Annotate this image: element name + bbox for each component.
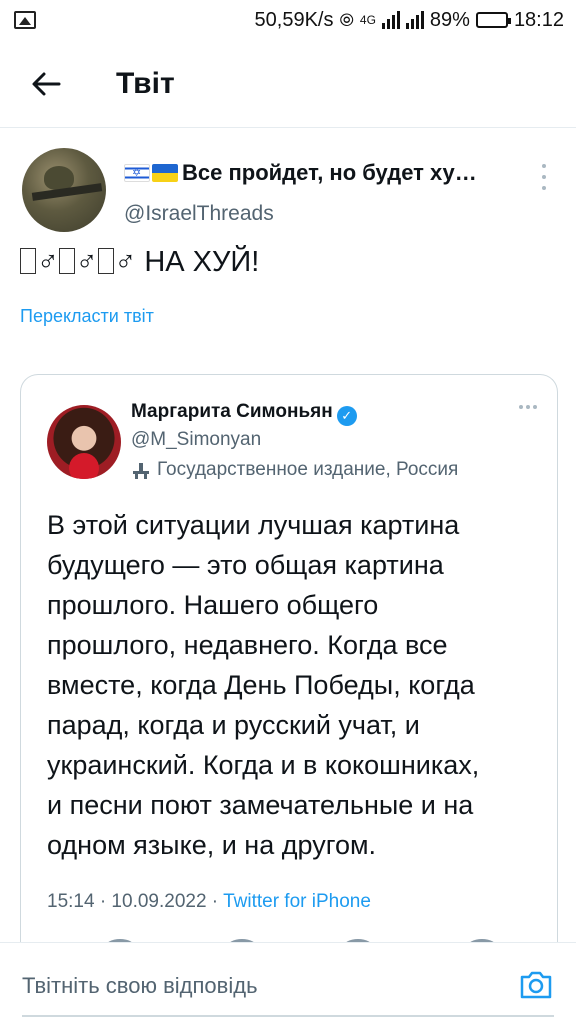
avatar-helmet [44,166,74,190]
status-bar: 50,59K/s ⦾ 4G 89% 18:12 [0,0,576,40]
app-bar: Твіт [0,40,576,128]
clock: 18:12 [513,8,564,31]
hotspot-icon: ⦾ [339,9,354,30]
quoted-text-line: парад, когда и русский учат, и [47,710,420,740]
author-handle[interactable]: @IsraelThreads [124,202,274,226]
unrendered-glyph-icon [58,248,75,274]
more-options-icon[interactable] [532,164,556,190]
quoted-text-line: прошлого, недавнего. Когда все [47,630,448,660]
state-media-label-text: Государственное издание, Россия [157,459,459,480]
quoted-text-line: одном языке, и на другом. [47,830,377,860]
quoted-avatar[interactable] [47,405,121,479]
quoted-timestamp: 15:14 · 10.09.2022 · [47,891,224,912]
quoted-author-name-text: Маргарита Симоньян [131,401,333,422]
quoted-author-handle[interactable]: @M_Simonyan [131,429,261,451]
reply-input[interactable]: Твітніть свою відповідь [22,973,258,999]
arrow-left-icon [32,72,61,95]
ukraine-flag-icon [152,164,178,182]
tweet-source-link[interactable]: Twitter for iPhone [223,891,371,912]
quoted-text-line: прошлого. Нашего общего [47,590,379,620]
quoted-tweet-text: В этой ситуации лучшая картина будущего —… [47,505,547,865]
podium-icon [133,463,149,479]
avatar[interactable] [22,148,106,232]
male-sign: ♂ [37,246,59,278]
male-sign: ♂ [114,246,137,278]
quoted-author-name[interactable]: Маргарита Симоньян ✓ [131,401,357,426]
quoted-text-line: украинский. Когда и в кокошниках, [47,750,480,780]
state-media-label[interactable]: Государственное издание, Россия [131,459,458,481]
signal-icon [381,11,400,29]
network-type: 4G [359,13,376,27]
verified-badge-icon: ✓ [336,406,357,426]
israel-flag-icon [124,164,150,182]
author-name-text: Все пройдет, но будет ху… [182,160,477,185]
status-bar-right: 50,59K/s ⦾ 4G 89% 18:12 [255,9,564,32]
tweet-text-body: НА ХУЙ! [144,246,260,278]
author-name[interactable]: Все пройдет, но будет ху… [124,160,494,186]
reply-bar: Твітніть свою відповідь [0,942,576,1024]
quoted-tweet[interactable]: Маргарита Симоньян ✓ @M_Simonyan Государс… [20,374,558,974]
signal-icon-2 [405,11,424,29]
unrendered-glyph-icon [97,248,114,274]
back-button[interactable] [0,40,92,128]
translate-tweet-link[interactable]: Перекласти твіт [20,306,154,327]
tweet-author-row: Все пройдет, но будет ху… @IsraelThreads [0,128,576,238]
quoted-tweet-meta: 15:14 · 10.09.2022 · Twitter for iPhone [47,891,371,913]
unrendered-glyph-icon [20,248,36,274]
gallery-notification-icon [14,11,36,29]
quoted-text-line: и песни поют замечательные и на [47,790,474,820]
reply-underline [22,1015,554,1017]
tweet: Все пройдет, но будет ху… @IsraelThreads… [0,128,576,326]
battery-icon [475,12,511,28]
page-title: Твіт [116,66,175,100]
camera-button[interactable] [516,965,556,1005]
quoted-text-line: В этой ситуации лучшая картина [47,510,460,540]
camera-icon [520,971,552,999]
male-sign: ♂ [75,246,98,278]
net-speed: 50,59K/s [254,8,334,31]
battery-percent: 89% [429,8,470,31]
quoted-text-line: будущего — это общая картина [47,550,444,580]
quoted-more-options-icon[interactable] [519,405,537,409]
quoted-text-line: вместе, когда День Победы, когда [47,670,475,700]
tweet-text: ♂ ♂ ♂ НА ХУЙ! [20,246,259,279]
